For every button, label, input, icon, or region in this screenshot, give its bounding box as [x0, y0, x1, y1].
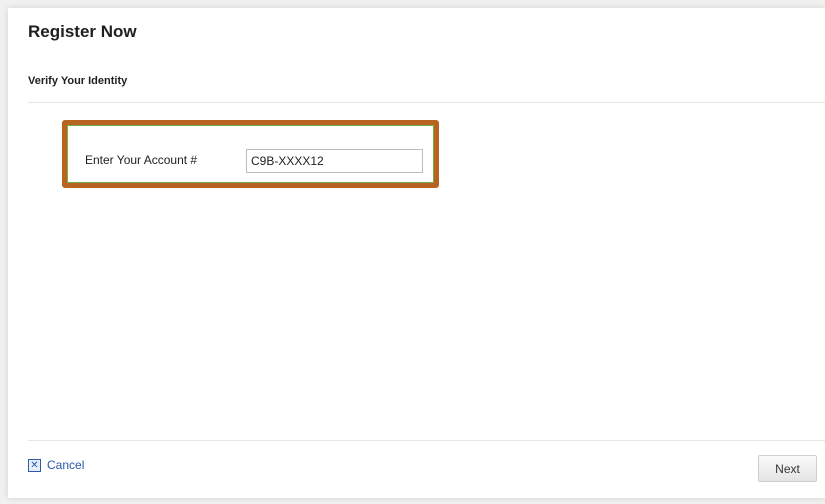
next-button[interactable]: Next	[758, 455, 817, 482]
divider	[28, 102, 825, 103]
divider	[28, 440, 825, 441]
section-subtitle: Verify Your Identity	[28, 75, 128, 87]
page-title: Register Now	[28, 22, 137, 41]
cancel-link[interactable]: ✕ Cancel	[28, 458, 84, 472]
account-highlight-box: Enter Your Account #	[62, 120, 439, 188]
account-field-frame: Enter Your Account #	[67, 125, 434, 183]
account-number-input[interactable]	[246, 149, 423, 173]
account-number-label: Enter Your Account #	[85, 153, 198, 167]
register-panel: Register Now Verify Your Identity Enter …	[8, 8, 825, 498]
close-icon: ✕	[28, 458, 41, 472]
cancel-label: Cancel	[47, 458, 85, 472]
